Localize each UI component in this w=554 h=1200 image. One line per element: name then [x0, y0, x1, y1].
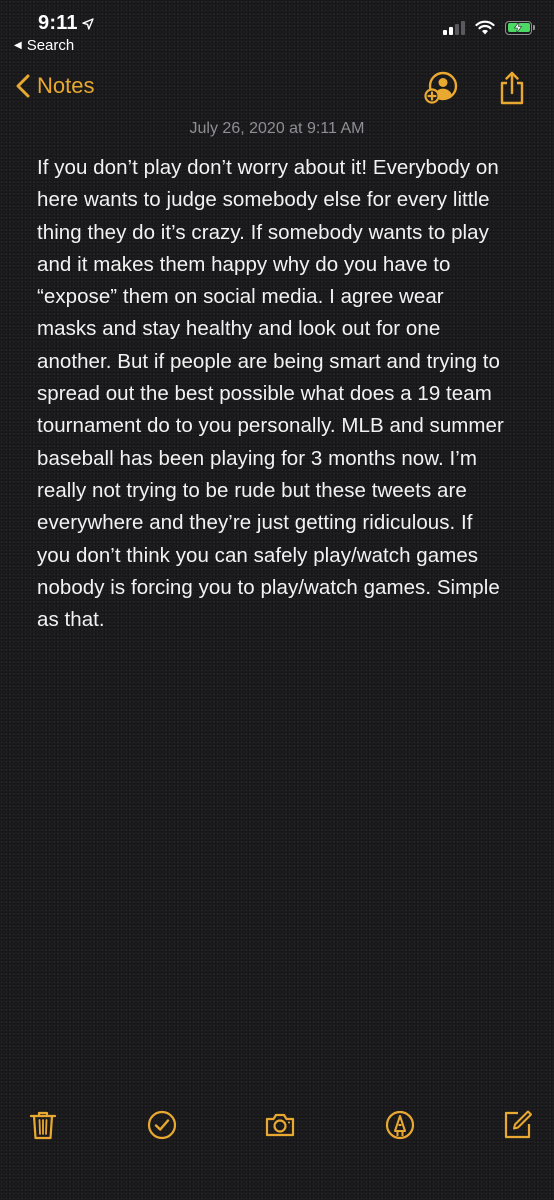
back-app-label: Search [26, 37, 75, 54]
checklist-icon [147, 1110, 177, 1140]
back-to-app-button[interactable]: ◀ Search [14, 37, 74, 54]
back-label: Notes [37, 73, 95, 98]
status-bar: 9:11 ◀ Search [0, 0, 554, 60]
navigation-bar: Notes [0, 64, 554, 114]
status-indicators [443, 20, 535, 35]
camera-icon [265, 1113, 295, 1137]
wifi-icon [475, 20, 495, 35]
add-people-icon [424, 71, 458, 104]
note-body-text[interactable]: If you don’t play don’t worry about it! … [37, 152, 507, 636]
back-triangle-icon: ◀ [14, 40, 22, 51]
battery-charging-icon [505, 20, 535, 35]
compose-icon [504, 1110, 532, 1139]
delete-note-button[interactable] [23, 1105, 63, 1145]
share-button[interactable] [494, 70, 530, 106]
status-time: 9:11 [38, 12, 94, 35]
share-icon [500, 71, 524, 105]
time-label: 9:11 [38, 12, 78, 34]
markup-button[interactable] [380, 1105, 420, 1145]
cellular-signal-icon [443, 20, 465, 35]
markup-icon [385, 1110, 415, 1140]
checklist-button[interactable] [142, 1105, 182, 1145]
add-people-button[interactable] [423, 70, 459, 106]
note-date: July 26, 2020 at 9:11 AM [189, 120, 365, 137]
compose-note-button[interactable] [497, 1105, 537, 1145]
back-to-notes-button[interactable]: Notes [16, 73, 94, 99]
bottom-toolbar [0, 1100, 554, 1150]
chevron-left-icon [16, 74, 30, 98]
camera-button[interactable] [260, 1105, 300, 1145]
trash-icon [29, 1111, 57, 1140]
location-arrow-icon [82, 17, 94, 30]
